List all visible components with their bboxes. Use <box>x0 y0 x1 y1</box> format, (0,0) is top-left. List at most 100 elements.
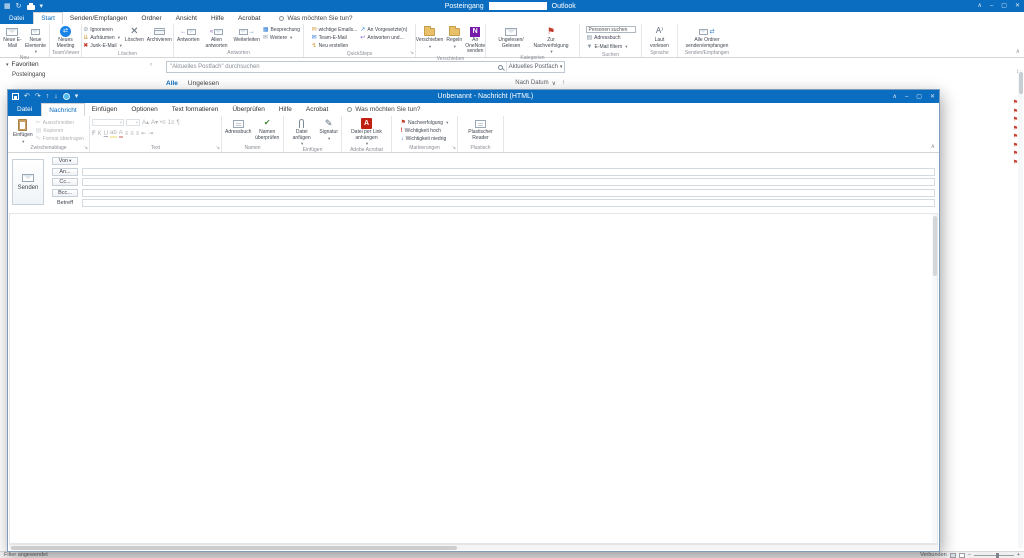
quickstep-to-manager[interactable]: ↗An Vorgesetzte(n) <box>359 26 408 34</box>
addin-icon[interactable] <box>63 93 70 100</box>
zoom-out-button[interactable]: – <box>968 552 971 558</box>
underline-button[interactable]: U <box>104 131 108 137</box>
delete-button[interactable]: ✕ Löschen <box>124 25 145 50</box>
sort-by-dropdown[interactable]: Nach Datum ∨ ↑ <box>515 80 565 87</box>
increase-indent-button[interactable]: ⇥ <box>148 131 153 137</box>
unread-read-button[interactable]: Ungelesen/ Gelesen <box>493 25 529 54</box>
flag-icon[interactable]: ⚑ <box>1013 126 1018 132</box>
quickstep-create-new[interactable]: ↯Neu erstellen <box>311 42 359 50</box>
junk-button[interactable]: ✖Junk-E-Mail <box>82 42 123 50</box>
send-receive-icon[interactable]: ↻ <box>16 3 22 10</box>
qat-customize-icon[interactable]: ▾ <box>40 3 44 10</box>
flag-icon[interactable]: ⚑ <box>1013 160 1018 166</box>
tab-nachricht[interactable]: Nachricht <box>41 103 84 117</box>
check-names-button[interactable]: ✔ Namen überprüfen <box>253 117 281 144</box>
favorites-expand-icon[interactable]: ▾ <box>6 62 9 68</box>
body-vertical-scrollbar[interactable] <box>932 214 937 543</box>
follow-up-button[interactable]: ⚑ Zur Nachverfolgung <box>530 25 572 54</box>
tab-ueberpruefen[interactable]: Überprüfen <box>225 103 272 116</box>
minimize-button[interactable]: – <box>990 3 993 9</box>
quickstep-team-email[interactable]: ✉Team-E-Mail <box>311 34 359 42</box>
outlook-menu-icon[interactable]: ▦ <box>4 3 11 10</box>
italic-button[interactable]: K <box>98 131 102 137</box>
collapse-ribbon-icon[interactable]: ∧ <box>931 144 935 150</box>
view-reading-button[interactable] <box>959 553 965 558</box>
tab-acrobat[interactable]: Acrobat <box>231 12 267 24</box>
collapse-ribbon-icon[interactable]: ∧ <box>1016 49 1020 55</box>
favorites-header[interactable]: ▾ Favoriten ‹ <box>0 58 158 70</box>
body-vertical-scrollbar-thumb[interactable] <box>933 216 937 276</box>
body-horizontal-scrollbar-thumb[interactable] <box>11 546 457 550</box>
send-button[interactable]: Senden <box>12 159 44 205</box>
address-book-button[interactable]: Adressbuch <box>224 117 252 144</box>
move-down-icon[interactable]: ↓ <box>54 93 58 100</box>
attach-via-link-button[interactable]: A Datei per Link anhängen <box>346 117 388 146</box>
maximize-button[interactable]: ▢ <box>1001 3 1007 9</box>
find-people-input[interactable]: Personen suchen <box>586 26 636 33</box>
cut-button[interactable]: ✂Ausschneiden <box>35 119 85 127</box>
send-receive-all-button[interactable]: ⇄ Alle Ordner senden/empfangen <box>684 25 730 49</box>
high-importance-button[interactable]: !Wichtigkeit hoch <box>400 127 450 135</box>
tab-optionen[interactable]: Optionen <box>124 103 164 116</box>
main-scrollbar-thumb[interactable] <box>1019 72 1023 94</box>
sort-direction-icon[interactable]: ↑ <box>562 80 565 86</box>
move-up-icon[interactable]: ↑ <box>46 93 50 100</box>
zoom-slider-thumb[interactable] <box>996 553 999 558</box>
flag-icon[interactable]: ⚑ <box>1013 134 1018 140</box>
to-input[interactable] <box>82 168 935 176</box>
decrease-indent-button[interactable]: ⇤ <box>141 131 146 137</box>
font-name-select[interactable]: ▾ <box>92 119 124 126</box>
copy-button[interactable]: ▤Kopieren <box>35 127 85 135</box>
new-email-button[interactable]: Neue E-Mail <box>2 25 23 54</box>
tell-me-box[interactable]: Was möchten Sie tun? <box>347 103 420 116</box>
tab-einfuegen[interactable]: Einfügen <box>85 103 125 116</box>
message-body-editor[interactable] <box>9 213 938 544</box>
flag-icon[interactable]: ⚑ <box>1013 117 1018 123</box>
tab-datei[interactable]: Datei <box>0 12 33 24</box>
font-color-button[interactable]: A <box>119 130 123 138</box>
filter-unread-tab[interactable]: Ungelesen <box>188 80 219 87</box>
maximize-button[interactable]: ▢ <box>916 94 922 100</box>
move-button[interactable]: Verschieben <box>415 25 445 55</box>
align-left-button[interactable]: ≡ <box>125 131 129 137</box>
bullets-button[interactable]: •≡ <box>160 120 166 126</box>
bcc-input[interactable] <box>82 189 935 197</box>
archive-button[interactable]: Archivieren <box>146 25 173 50</box>
undo-icon[interactable]: ↶ <box>24 93 30 100</box>
signature-button[interactable]: ✎ Signatur <box>318 117 339 146</box>
quickstep-important-mails[interactable]: ✉wichtige Emails... <box>311 26 359 34</box>
body-horizontal-scrollbar[interactable] <box>9 544 938 550</box>
tab-acrobat[interactable]: Acrobat <box>299 103 335 116</box>
cc-input[interactable] <box>82 178 935 186</box>
flag-icon[interactable]: ⚑ <box>1013 151 1018 157</box>
bcc-button[interactable]: Bcc... <box>52 189 78 197</box>
ribbon-display-options-icon[interactable]: ∧ <box>893 94 897 100</box>
reply-all-button[interactable]: « Allen antworten <box>202 25 232 49</box>
format-painter-button[interactable]: ✎Format übertragen <box>35 135 85 143</box>
align-center-button[interactable]: ≡ <box>130 131 134 137</box>
save-icon[interactable] <box>12 93 19 100</box>
tab-datei[interactable]: Datei <box>8 103 41 116</box>
read-aloud-button[interactable]: A⁾ Laut vorlesen <box>644 25 675 49</box>
new-meeting-button[interactable]: ⇄ Neues Meeting <box>52 25 79 49</box>
minimize-button[interactable]: – <box>905 94 908 100</box>
numbering-button[interactable]: 1≡ <box>168 120 175 126</box>
highlight-button[interactable]: ab <box>110 130 117 138</box>
flag-icon[interactable]: ⚑ <box>1013 100 1018 106</box>
zoom-slider[interactable] <box>974 555 1014 556</box>
close-button[interactable]: ✕ <box>930 94 935 100</box>
view-normal-button[interactable] <box>950 553 956 558</box>
bold-button[interactable]: F <box>92 131 96 137</box>
new-items-button[interactable]: Neue Elemente <box>24 25 47 54</box>
filter-all-tab[interactable]: Alle <box>166 80 178 87</box>
to-button[interactable]: An... <box>52 168 78 176</box>
filter-email-button[interactable]: ▼E-Mail filtern <box>586 43 636 51</box>
reply-button[interactable]: ← Antworten <box>176 25 201 49</box>
more-button[interactable]: ✉Weitere <box>262 34 301 42</box>
paste-button[interactable]: Einfügen <box>12 117 34 144</box>
tell-me-box[interactable]: Was möchten Sie tun? <box>279 12 352 24</box>
search-input[interactable]: "Aktuelles Postfach" durchsuchen <box>167 62 506 72</box>
meeting-button[interactable]: ▦Besprechung <box>262 26 301 34</box>
close-button[interactable]: ✕ <box>1015 3 1020 9</box>
ignore-button[interactable]: ⊘Ignorieren <box>82 26 123 34</box>
